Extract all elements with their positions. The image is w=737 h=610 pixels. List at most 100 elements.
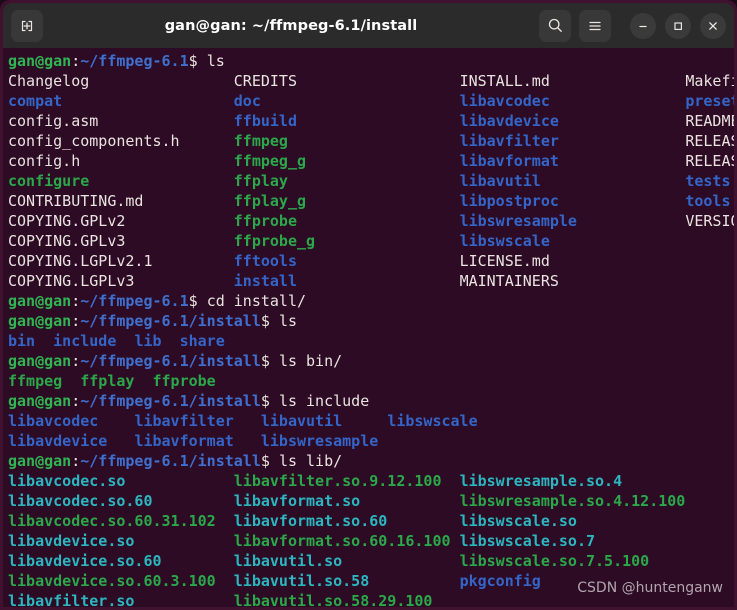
terminal-file-entry: libavdevice.so.60 — [8, 552, 162, 570]
terminal-file-entry: ffplay — [233, 172, 288, 190]
minimize-button[interactable] — [630, 12, 656, 39]
title-bar: gan@gan: ~/ffmpeg-6.1/install — [3, 3, 734, 48]
menu-button[interactable] — [579, 9, 611, 42]
terminal-file-entry: libavutil — [459, 172, 541, 190]
terminal-file-entry: MAINTAINERS — [459, 272, 559, 290]
terminal-file-entry: libavdevice.so.60.3.100 — [8, 572, 216, 590]
terminal-command: ls lib/ — [278, 452, 343, 470]
terminal-body[interactable]: gan@gan:~/ffmpeg-6.1$ ls Changelog CREDIT… — [3, 48, 734, 607]
terminal-file-entry: libswscale.so — [459, 512, 577, 530]
terminal-file-entry: libavformat — [134, 432, 234, 450]
terminal-file-entry: libswresample.so.4 — [459, 472, 623, 490]
close-button[interactable] — [700, 12, 726, 39]
prompt-separator: : — [71, 352, 81, 370]
watermark: CSDN @huntenganw — [577, 580, 723, 596]
terminal-file-entry: libavcodec.so — [8, 472, 126, 490]
terminal-command: ls — [206, 52, 225, 70]
terminal-file-entry: libswscale.so.7 — [459, 532, 596, 550]
terminal-output-line: compat doc libavcodec presets — [8, 91, 734, 111]
terminal-file-entry: libswscale.so.7.5.100 — [459, 552, 650, 570]
terminal-file-entry: CREDITS — [233, 72, 297, 90]
prompt-path: ~/ffmpeg-6.1 — [80, 292, 189, 310]
terminal-output-line: config.asm ffbuild libavdevice README.md — [8, 111, 734, 131]
prompt-separator: : — [71, 292, 81, 310]
terminal-file-entry: ffplay — [80, 372, 135, 390]
prompt-user-host: gan@gan — [8, 352, 72, 370]
terminal-file-entry: COPYING.GPLv2 — [8, 212, 126, 230]
terminal-file-entry: ffbuild — [233, 112, 297, 130]
terminal-file-entry: RELEASE_NOTES — [685, 152, 734, 170]
prompt-user-host: gan@gan — [8, 292, 72, 310]
terminal-file-entry: libavdevice.so — [8, 532, 135, 550]
terminal-file-entry: libswresample — [459, 212, 577, 230]
terminal-file-entry: fftools — [233, 252, 297, 270]
terminal-file-entry: ffmpeg — [8, 372, 63, 390]
terminal-file-entry: ffprobe — [233, 212, 297, 230]
prompt-symbol: $ — [260, 312, 279, 330]
titlebar-controls — [539, 9, 726, 42]
terminal-file-entry: ffplay_g — [233, 192, 307, 210]
terminal-output-line: libavcodec.so.60 libavformat.so libswres… — [8, 491, 734, 511]
terminal-output-line: libavcodec.so.60.31.102 libavformat.so.6… — [8, 511, 734, 531]
terminal-file-entry: README.md — [685, 112, 734, 130]
prompt-path: ~/ffmpeg-6.1/install — [80, 352, 261, 370]
search-button[interactable] — [539, 9, 571, 42]
terminal-file-entry: CONTRIBUTING.md — [8, 192, 144, 210]
terminal-file-entry: ffprobe_g — [233, 232, 316, 250]
terminal-file-entry: libavfilter — [134, 412, 234, 430]
terminal-file-entry: libavcodec — [459, 92, 550, 110]
terminal-output-line: bin include lib share — [8, 331, 734, 351]
terminal-output-line: COPYING.GPLv3 ffprobe_g libswscale — [8, 231, 734, 251]
terminal-file-entry: libavdevice — [8, 432, 108, 450]
terminal-file-entry: libavutil.so.58 — [233, 572, 370, 590]
terminal-file-entry: ffmpeg — [233, 132, 288, 150]
hamburger-menu-icon — [589, 21, 601, 30]
prompt-path: ~/ffmpeg-6.1/install — [80, 392, 261, 410]
terminal-output-line: config_components.h ffmpeg libavfilter R… — [8, 131, 734, 151]
terminal-prompt-line: gan@gan:~/ffmpeg-6.1/install$ ls include — [8, 391, 734, 411]
terminal-file-entry: libavformat.so.60 — [233, 512, 388, 530]
terminal-file-entry: config.h — [8, 152, 81, 170]
maximize-icon — [674, 21, 683, 30]
terminal-prompt-line: gan@gan:~/ffmpeg-6.1$ cd install/ — [8, 291, 734, 311]
terminal-file-entry: config.asm — [8, 112, 99, 130]
maximize-button[interactable] — [665, 12, 691, 39]
terminal-file-entry: libswscale — [387, 412, 478, 430]
terminal-file-entry: compat — [8, 92, 63, 110]
terminal-file-entry: libavfilter — [459, 132, 559, 150]
terminal-file-entry: libavutil.so.58.29.100 — [233, 592, 433, 607]
terminal-file-entry: install — [233, 272, 297, 290]
new-tab-button[interactable] — [11, 9, 43, 42]
terminal-prompt-line: gan@gan:~/ffmpeg-6.1$ ls — [8, 51, 734, 71]
terminal-prompt-line: gan@gan:~/ffmpeg-6.1/install$ ls — [8, 311, 734, 331]
